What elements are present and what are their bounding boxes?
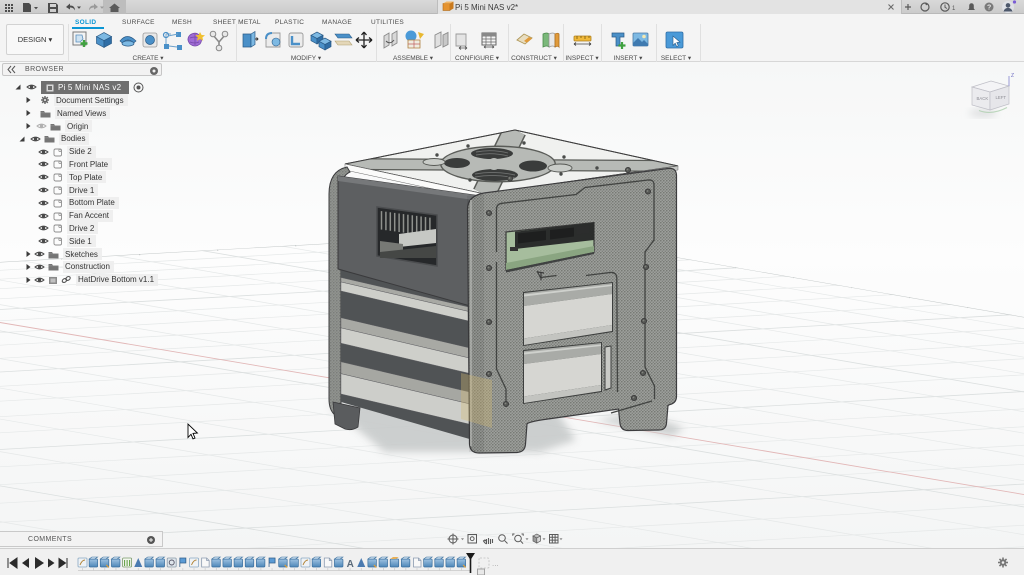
svg-text:1: 1 — [952, 6, 956, 12]
svg-text:?: ? — [987, 5, 991, 12]
svg-text:...: ... — [492, 559, 499, 568]
svg-text:LEFT: LEFT — [996, 95, 1007, 100]
svg-text:Z: Z — [1011, 73, 1014, 79]
svg-text:BACK: BACK — [977, 96, 989, 101]
